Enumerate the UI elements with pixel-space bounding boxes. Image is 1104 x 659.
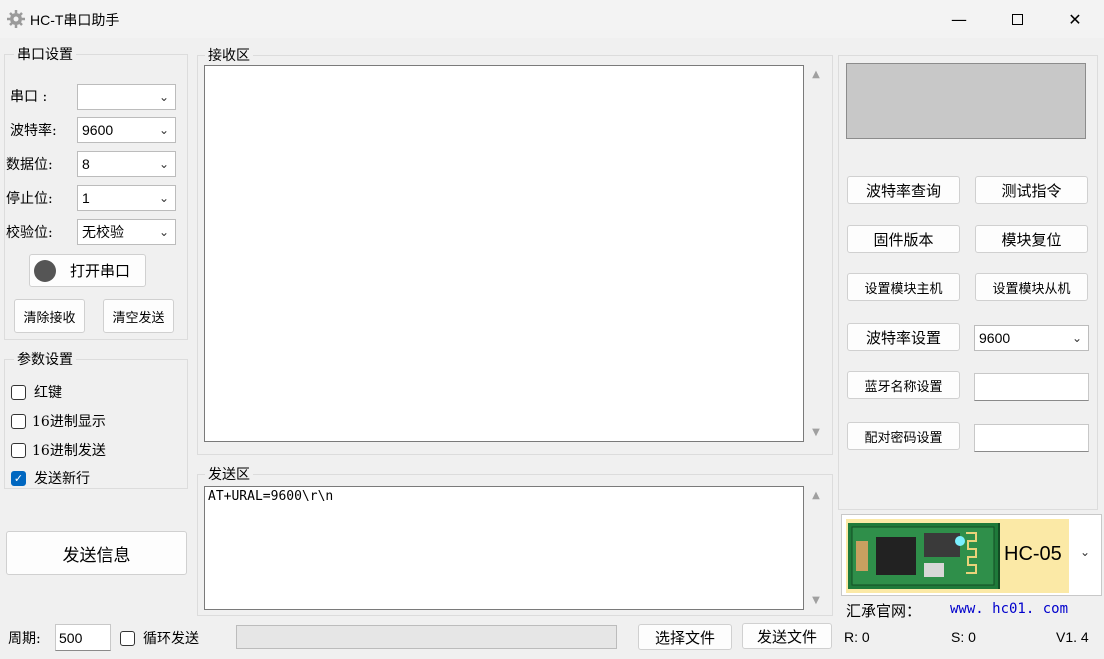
baud-set-button[interactable]: 波特率设置	[847, 323, 960, 351]
send-count: S: 0	[951, 629, 976, 645]
chevron-down-icon: ⌄	[158, 123, 170, 137]
chevron-down-icon: ⌄	[158, 225, 170, 239]
website-link[interactable]: www. hc01. com	[950, 601, 1068, 617]
set-master-button[interactable]: 设置模块主机	[847, 273, 960, 301]
minimize-icon: —	[951, 9, 967, 29]
hex-display-checkbox[interactable]: 16进制显示	[11, 411, 106, 431]
baud-select[interactable]: 9600 ⌄	[77, 117, 176, 143]
close-button[interactable]: ✕	[1046, 0, 1104, 38]
module-select[interactable]: HC-05 ⌄	[841, 514, 1102, 596]
version-label: V1. 4	[1056, 629, 1089, 645]
maximize-button[interactable]	[988, 0, 1046, 38]
databits-select[interactable]: 8 ⌄	[77, 151, 176, 177]
send-textarea[interactable]: AT+URAL=9600\r\n	[204, 486, 804, 610]
port-status-indicator-icon	[34, 259, 56, 282]
bt-name-button[interactable]: 蓝牙名称设置	[847, 371, 960, 399]
module-model-label: HC-05	[1004, 543, 1062, 565]
chevron-down-icon: ⌄	[158, 191, 170, 205]
port-select[interactable]: ⌄	[77, 84, 176, 110]
status-display-box	[846, 63, 1086, 139]
receive-textarea[interactable]	[204, 65, 804, 442]
hex-send-checkbox[interactable]: 16进制发送	[11, 440, 106, 460]
send-info-button[interactable]: 发送信息	[6, 531, 187, 575]
chevron-down-icon: ⌄	[1071, 331, 1083, 345]
close-icon: ✕	[1068, 9, 1082, 29]
chevron-down-icon: ⌄	[158, 90, 170, 104]
port-label: 串口 :	[10, 89, 48, 105]
window-title: HC-T串口助手	[30, 12, 120, 28]
firmware-version-button[interactable]: 固件版本	[847, 225, 960, 253]
maximize-icon	[1011, 13, 1023, 25]
scroll-up-icon: ▲	[812, 69, 820, 80]
website-label: 汇承官网：	[846, 602, 922, 620]
send-file-button[interactable]: 发送文件	[742, 623, 832, 649]
clear-receive-button[interactable]: 清除接收	[14, 299, 85, 333]
gear-icon	[7, 10, 25, 28]
chevron-down-icon: ⌄	[158, 157, 170, 171]
loop-send-checkbox[interactable]: 循环发送	[120, 628, 199, 648]
stopbits-label: 停止位:	[6, 191, 53, 207]
baud-label: 波特率:	[10, 123, 57, 139]
parity-label: 校验位:	[6, 225, 53, 241]
chevron-down-icon: ⌄	[1080, 545, 1091, 559]
receive-label: 接收区	[205, 45, 253, 65]
receive-count: R: 0	[844, 629, 870, 645]
scroll-up-icon: ▲	[812, 490, 820, 501]
file-path-field[interactable]	[236, 625, 617, 649]
checkmark-icon: ✓	[11, 470, 26, 486]
module-reset-button[interactable]: 模块复位	[975, 225, 1088, 253]
title-bar: HC-T串口助手 — ✕	[0, 0, 1104, 38]
open-port-button[interactable]: 打开串口	[29, 254, 146, 287]
scroll-down-icon: ▼	[812, 427, 820, 438]
send-label: 发送区	[205, 464, 253, 484]
clear-send-button[interactable]: 清空发送	[103, 299, 174, 333]
baud-set-select[interactable]: 9600 ⌄	[974, 325, 1089, 351]
send-scrollbar[interactable]: ▲ ▼	[806, 486, 826, 610]
pair-password-input[interactable]	[974, 424, 1089, 452]
serial-settings-label: 串口设置	[14, 44, 76, 64]
receive-scrollbar[interactable]: ▲ ▼	[806, 65, 826, 442]
pair-password-button[interactable]: 配对密码设置	[847, 422, 960, 450]
baud-query-button[interactable]: 波特率查询	[847, 176, 960, 204]
set-slave-button[interactable]: 设置模块从机	[975, 273, 1088, 301]
parity-select[interactable]: 无校验 ⌄	[77, 219, 176, 245]
red-key-checkbox[interactable]: 红键	[11, 382, 62, 402]
param-settings-label: 参数设置	[14, 349, 76, 369]
select-file-button[interactable]: 选择文件	[638, 624, 732, 650]
databits-label: 数据位:	[6, 157, 53, 173]
send-newline-checkbox[interactable]: ✓ 发送新行	[11, 468, 90, 488]
scroll-down-icon: ▼	[812, 595, 820, 606]
bt-name-input[interactable]	[974, 373, 1089, 401]
period-input[interactable]: 500	[55, 624, 111, 651]
minimize-button[interactable]: —	[930, 0, 988, 38]
period-label: 周期:	[8, 631, 41, 647]
stopbits-select[interactable]: 1 ⌄	[77, 185, 176, 211]
test-command-button[interactable]: 测试指令	[975, 176, 1088, 204]
